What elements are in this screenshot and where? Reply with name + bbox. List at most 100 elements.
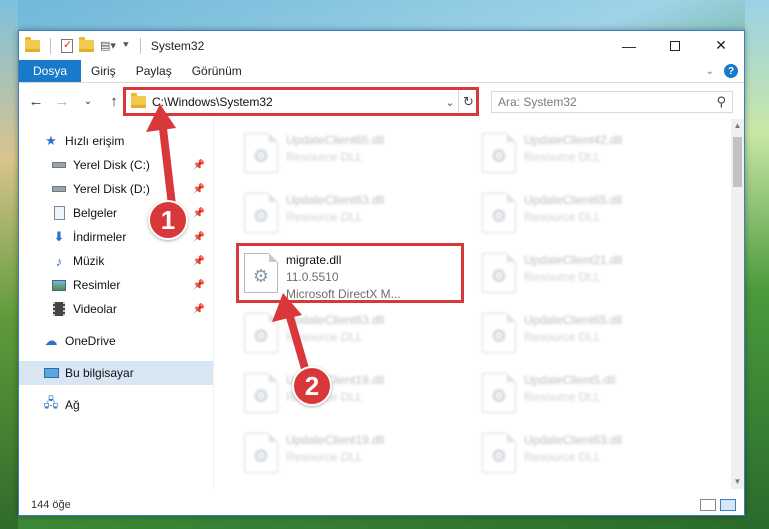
dll-file-icon: ⚙ — [482, 133, 516, 173]
star-icon: ★ — [45, 133, 57, 148]
sidebar-item-pictures[interactable]: Resimler 📌 — [19, 273, 213, 297]
sidebar-item-onedrive[interactable]: ☁ OneDrive — [19, 329, 213, 353]
sidebar-item-network[interactable]: 🖧 Ağ — [19, 393, 213, 417]
scroll-thumb[interactable] — [733, 137, 742, 187]
sidebar-item-disk-d[interactable]: Yerel Disk (D:) 📌 — [19, 177, 213, 201]
address-path[interactable]: C:\Windows\System32 — [152, 95, 442, 109]
file-item[interactable]: ⚙ UpdateClient63.dll Resource DLL — [240, 309, 470, 363]
sidebar-item-this-pc[interactable]: Bu bilgisayar — [19, 361, 213, 385]
file-name: UpdateClient63.dll — [286, 313, 385, 327]
tiles-view-icon[interactable] — [720, 499, 736, 511]
file-item-migrate-dll[interactable]: ⚙ migrate.dll 11.0.5510 Microsoft Direct… — [240, 249, 470, 303]
file-item[interactable]: ⚙ UpdateClient65.dll Resource DLL — [478, 309, 708, 363]
file-description: Resource DLL — [524, 330, 601, 344]
file-item[interactable]: ⚙ UpdateClient5.dll Resource DLL — [478, 369, 708, 423]
sidebar-item-label: Ağ — [65, 398, 80, 412]
file-item[interactable]: ⚙ UpdateClient19.dllResource DLL — [240, 369, 470, 423]
sidebar-item-music[interactable]: ♪ Müzik 📌 — [19, 249, 213, 273]
file-item[interactable]: ⚙ UpdateClient63.dll Resource DLL — [478, 429, 708, 483]
file-description: Microsoft DirectX M... — [286, 287, 401, 301]
dll-file-icon: ⚙ — [482, 433, 516, 473]
file-item[interactable]: ⚙ UpdateClient42.dll Resource DLL — [478, 129, 708, 183]
address-dropdown-icon[interactable]: ⌄ — [442, 96, 458, 109]
nav-buttons: ← → ⌄ ↑ — [19, 90, 125, 112]
tab-share[interactable]: Paylaş — [126, 60, 182, 82]
tab-view[interactable]: Görünüm — [182, 60, 252, 82]
folder-icon — [25, 36, 40, 52]
toolbar-divider — [50, 37, 51, 54]
file-description: Resource DLL — [286, 150, 363, 164]
file-description: Resource DLL — [524, 210, 601, 224]
item-count: 144 öğe — [31, 499, 71, 511]
file-name: UpdateClient65.dll — [524, 193, 623, 207]
pin-icon[interactable]: 📌 — [193, 280, 205, 291]
close-button[interactable]: ✕ — [698, 31, 744, 60]
file-item[interactable]: ⚙ UpdateClient19.dllResource DLL — [240, 429, 470, 483]
address-bar[interactable]: C:\Windows\System32 ⌄ ↻ — [125, 89, 479, 115]
properties-icon[interactable] — [61, 38, 73, 53]
up-button[interactable]: ↑ — [103, 90, 125, 112]
file-name: UpdateClient5.dll — [524, 373, 616, 387]
quick-access-toolbar: ▤▾ ⯆ — [19, 36, 145, 54]
help-icon[interactable]: ? — [724, 64, 738, 78]
file-item[interactable]: ⚙ UpdateClient21.dll Resource DLL — [478, 249, 708, 303]
pin-icon[interactable]: 📌 — [193, 208, 205, 219]
sidebar-item-label: Yerel Disk (C:) — [73, 158, 150, 172]
search-box[interactable]: Ara: System32 ⚲ — [491, 91, 733, 113]
drive-icon — [51, 157, 67, 173]
step-badge-1: 1 — [148, 200, 188, 240]
sidebar-item-label: Videolar — [73, 302, 117, 316]
minimize-icon: — — [622, 37, 636, 54]
computer-icon — [43, 365, 59, 381]
up-arrow-icon: ↑ — [110, 92, 118, 110]
vertical-scrollbar[interactable]: ▲ ▼ — [731, 119, 744, 489]
file-description: Resource DLL — [524, 270, 601, 284]
sidebar-item-quick-access[interactable]: ★ Hızlı erişim — [19, 129, 213, 153]
sidebar-item-videos[interactable]: Videolar 📌 — [19, 297, 213, 321]
toolbar-dropdown-icon[interactable]: ⯆ — [122, 40, 130, 51]
pin-icon[interactable]: 📌 — [193, 232, 205, 243]
status-bar: 144 öğe — [19, 495, 744, 515]
navigation-pane: ★ Hızlı erişim Yerel Disk (C:) 📌 Yerel D… — [19, 127, 213, 489]
file-name: UpdateClient19.dll — [286, 433, 385, 447]
file-item[interactable]: ⚙ UpdateClient65.dll Resource DLL — [240, 129, 470, 183]
forward-arrow-icon: → — [54, 92, 70, 110]
dll-file-icon: ⚙ — [482, 253, 516, 293]
file-name: migrate.dll — [286, 253, 342, 267]
drive-icon — [51, 181, 67, 197]
search-input[interactable]: Ara: System32 — [498, 95, 716, 109]
tab-file[interactable]: Dosya — [19, 60, 82, 82]
view-switcher — [700, 499, 744, 511]
recent-locations-button[interactable]: ⌄ — [77, 90, 99, 112]
dll-file-icon: ⚙ — [244, 433, 278, 473]
file-version: 11.0.5510 — [286, 270, 339, 284]
details-view-icon[interactable] — [700, 499, 716, 511]
new-folder-icon[interactable] — [79, 36, 94, 52]
file-item[interactable]: ⚙ UpdateClient65.dll Resource DLL — [478, 189, 708, 243]
music-icon: ♪ — [55, 253, 63, 269]
pin-icon[interactable]: 📌 — [193, 304, 205, 315]
dll-file-icon: ⚙ — [244, 313, 278, 353]
pin-icon[interactable]: 📌 — [193, 184, 205, 195]
file-name: UpdateClient65.dll — [286, 133, 385, 147]
refresh-button[interactable]: ↻ — [458, 90, 478, 114]
maximize-button[interactable] — [652, 31, 698, 60]
step-badge-2: 2 — [292, 366, 332, 406]
customize-toolbar-icon[interactable]: ▤▾ — [100, 39, 116, 52]
pin-icon[interactable]: 📌 — [193, 256, 205, 267]
desktop-wallpaper-left — [0, 0, 18, 529]
scroll-down-icon[interactable]: ▼ — [731, 475, 744, 489]
file-description: Resource DLL — [524, 390, 601, 404]
file-description: Resource DLL — [286, 330, 363, 344]
sidebar-item-disk-c[interactable]: Yerel Disk (C:) 📌 — [19, 153, 213, 177]
forward-button[interactable]: → — [51, 90, 73, 112]
expand-ribbon-icon[interactable]: ⌄ — [706, 66, 714, 77]
pin-icon[interactable]: 📌 — [193, 160, 205, 171]
back-button[interactable]: ← — [25, 90, 47, 112]
file-description: Resource DLL — [524, 450, 601, 464]
minimize-button[interactable]: — — [606, 31, 652, 60]
file-description: Resource DLL — [286, 210, 363, 224]
file-item[interactable]: ⚙ UpdateClient63.dll Resource DLL — [240, 189, 470, 243]
scroll-up-icon[interactable]: ▲ — [731, 119, 744, 133]
tab-home[interactable]: Giriş — [81, 60, 126, 82]
